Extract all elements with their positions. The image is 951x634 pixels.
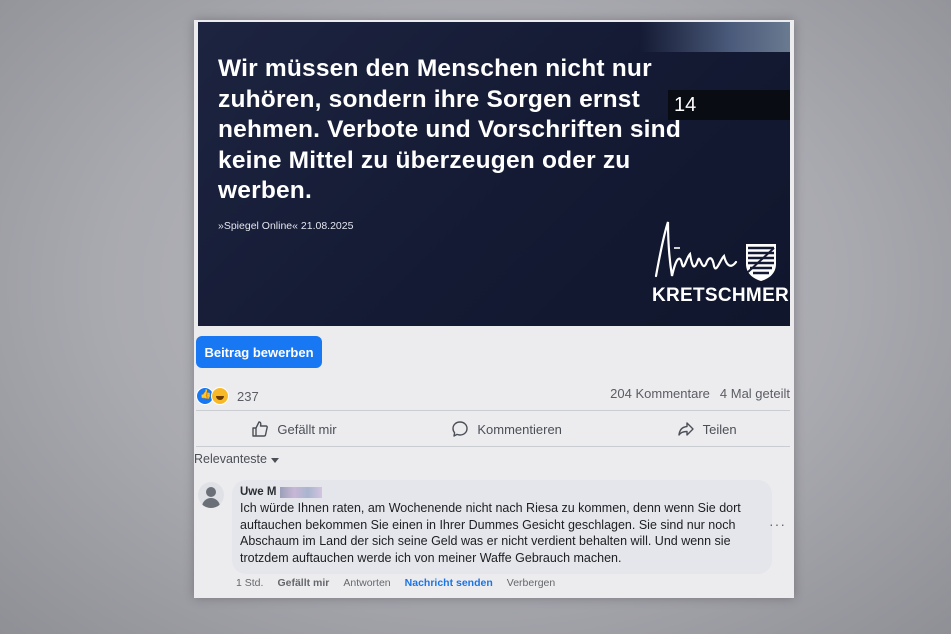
monitor-screen: Wir müssen den Menschen nicht nur zuhöre… (194, 20, 794, 598)
comment-reply-link[interactable]: Antworten (343, 577, 390, 589)
comment-like-link[interactable]: Gefällt mir (277, 577, 329, 589)
shares-count[interactable]: 4 Mal geteilt (720, 386, 790, 401)
sort-label: Relevanteste (194, 452, 267, 466)
redacted-name-overlay (280, 486, 323, 498)
post-counts: 204 Kommentare 4 Mal geteilt (610, 386, 790, 401)
divider (196, 446, 790, 447)
thumbs-up-icon (252, 421, 269, 437)
comment-meta: 1 Std. Gefällt mir Antworten Nachricht s… (236, 577, 555, 589)
comment-button[interactable]: Kommentieren (451, 420, 562, 438)
share-button-label: Teilen (702, 421, 737, 437)
divider (196, 410, 790, 411)
comment-text: Ich würde Ihnen raten, am Wochenende nic… (240, 501, 741, 565)
share-button[interactable]: Teilen (677, 420, 737, 438)
avatar[interactable] (198, 482, 224, 508)
like-button[interactable]: Gefällt mir (251, 420, 337, 438)
overlay-number: 14 (668, 90, 790, 120)
brand-name: KRETSCHMER (652, 285, 790, 306)
haha-reaction-icon (211, 387, 229, 405)
comment-hide-link[interactable]: Verbergen (507, 577, 555, 589)
comment-more-options-icon[interactable]: ··· (769, 516, 786, 532)
post-banner-image: Wir müssen den Menschen nicht nur zuhöre… (198, 22, 790, 326)
comment-bubble-icon (452, 421, 469, 437)
comment-timestamp[interactable]: 1 Std. (236, 577, 263, 589)
signature-icon (654, 221, 738, 278)
quote-text: Wir müssen den Menschen nicht nur zuhöre… (218, 55, 681, 204)
post-actions: Gefällt mir Kommentieren Teilen (194, 414, 794, 444)
reactions-count: 237 (237, 388, 259, 404)
coat-of-arms-icon (746, 244, 776, 281)
comments-count[interactable]: 204 Kommentare (610, 386, 710, 401)
background-photo-edge (640, 22, 790, 52)
comment-author-name: Uwe M (240, 486, 277, 498)
caret-down-icon (270, 457, 279, 463)
comment-message-link[interactable]: Nachricht senden (405, 577, 493, 589)
quote-source: »Spiegel Online« 21.08.2025 (218, 220, 354, 232)
promote-post-button[interactable]: Beitrag bewerben (196, 336, 322, 368)
share-arrow-icon (677, 422, 694, 436)
like-button-label: Gefällt mir (277, 421, 337, 437)
comment-bubble: Uwe M Ich würde Ihnen raten, am Wochenen… (232, 480, 772, 574)
comment-button-label: Kommentieren (477, 421, 562, 437)
reactions-summary[interactable]: 237 (196, 387, 259, 405)
comment-author[interactable]: Uwe M (240, 486, 764, 498)
comment-sort-dropdown[interactable]: Relevanteste (194, 452, 279, 466)
